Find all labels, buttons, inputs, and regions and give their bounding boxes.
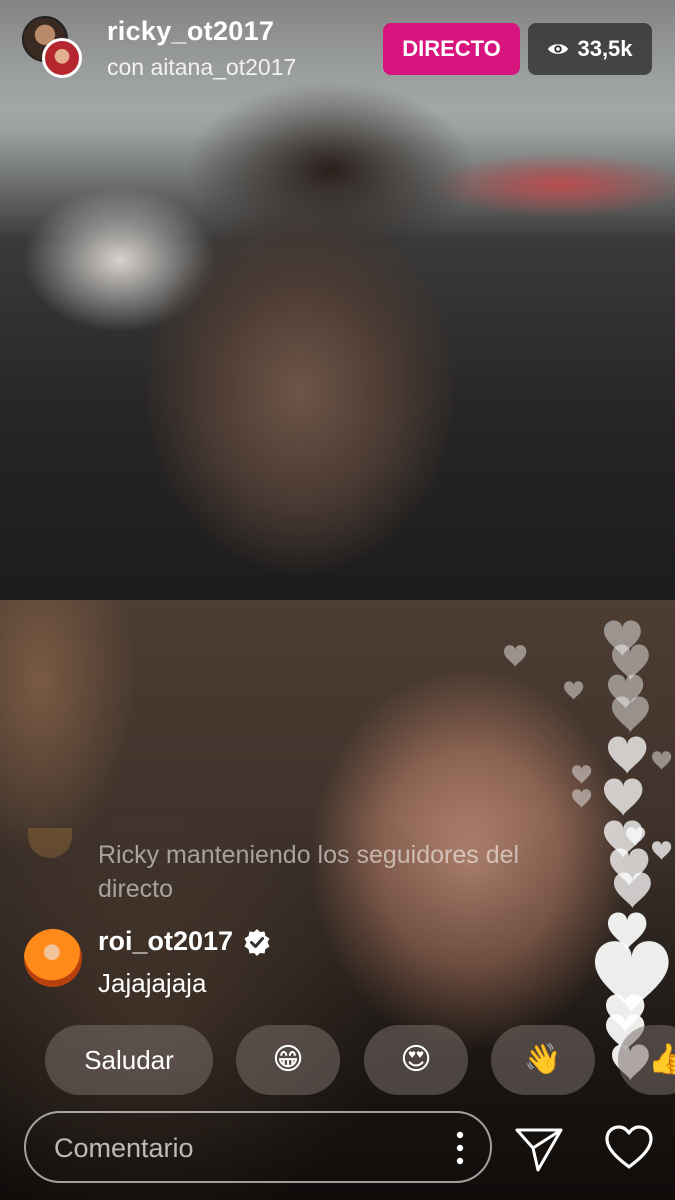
grin-emoji-button[interactable]: 😁 — [236, 1025, 340, 1095]
more-icon[interactable] — [456, 1131, 464, 1165]
grin-emoji-icon: 😁 — [272, 1043, 304, 1076]
comment-avatar[interactable] — [24, 929, 82, 987]
comment-input[interactable]: Comentario — [24, 1111, 492, 1183]
faded-comment-text: Ricky manteniendo los seguidores del dir… — [98, 841, 520, 903]
guest-username-line[interactable]: con aitana_ot2017 — [107, 54, 296, 81]
live-badge: DIRECTO — [383, 23, 520, 75]
thumbs-up-emoji-icon: 👍 — [648, 1043, 675, 1076]
send-icon[interactable] — [514, 1124, 564, 1174]
viewer-count-badge[interactable]: 33,5k — [528, 23, 652, 75]
comment-placeholder: Comentario — [54, 1133, 194, 1163]
comment-username: roi_ot2017 — [98, 926, 234, 956]
heart-icon[interactable] — [604, 1124, 654, 1170]
heart-eyes-emoji-button[interactable]: 😍 — [364, 1025, 468, 1095]
viewer-count: 33,5k — [577, 36, 633, 61]
wave-emoji-button[interactable]: 👋 — [491, 1025, 595, 1095]
eye-icon — [548, 44, 569, 54]
host-username[interactable]: ricky_ot2017 — [107, 16, 274, 47]
comment-username-row[interactable]: roi_ot2017 — [98, 926, 271, 957]
comment-text: Jajajajaja — [98, 968, 207, 998]
greet-button[interactable]: Saludar — [45, 1025, 213, 1095]
heart-eyes-emoji-icon: 😍 — [400, 1043, 432, 1076]
wave-emoji-icon: 👋 — [524, 1043, 562, 1076]
guest-avatar[interactable] — [42, 38, 82, 78]
verified-icon — [244, 928, 270, 956]
